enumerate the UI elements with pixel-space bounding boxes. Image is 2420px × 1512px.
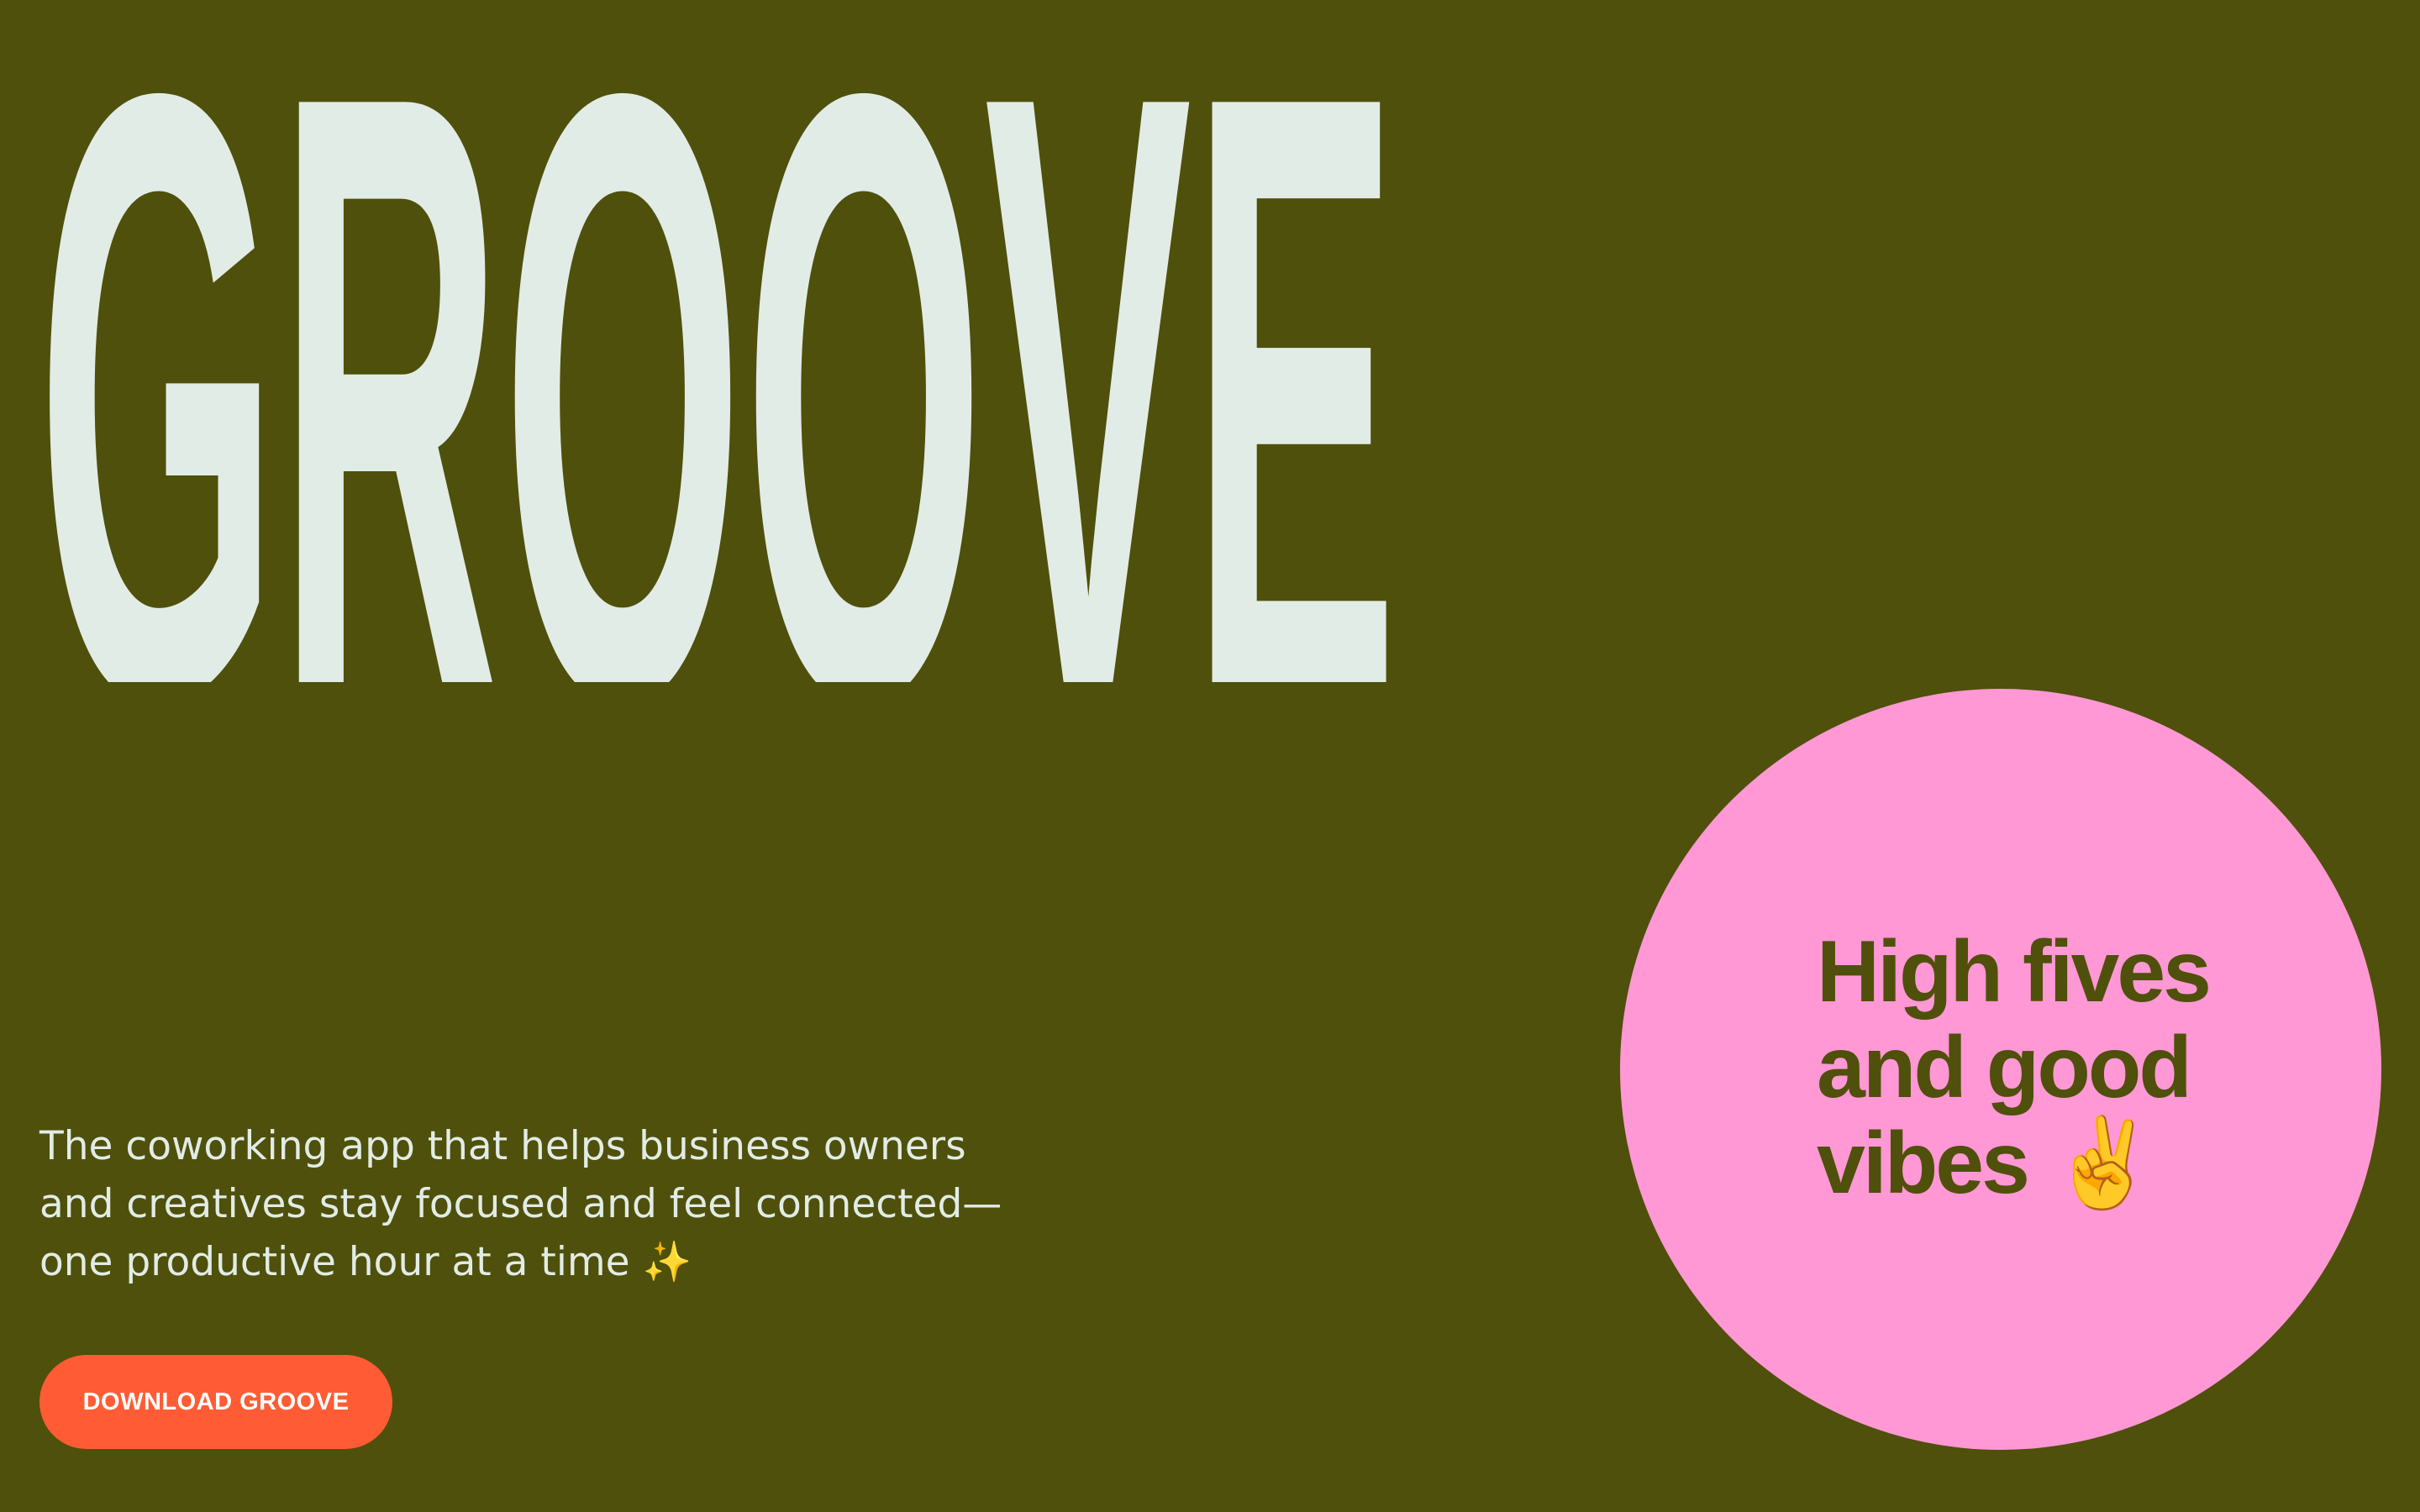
badge-line: vibes ✌️	[1817, 1115, 2158, 1212]
badge-line: and good	[1817, 1019, 2192, 1116]
tagline-line: and creatives stay focused and feel conn…	[39, 1181, 1002, 1227]
hero-tagline: The coworking app that helps business ow…	[39, 1117, 1048, 1291]
badge-line: High fives	[1817, 923, 2212, 1021]
hero-section: GROOVE The coworking app that helps busi…	[0, 0, 2420, 1512]
download-groove-button[interactable]: DOWNLOAD GROOVE	[39, 1355, 392, 1449]
tagline-line: one productive hour at a time ✨	[39, 1239, 692, 1285]
badge-text: High fives and good vibes ✌️	[1817, 924, 2321, 1211]
tagline-line: The coworking app that helps business ow…	[39, 1123, 966, 1169]
groove-wordmark: GROOVE	[37, 62, 1398, 682]
wordmark-text: GROOVE	[37, 62, 1398, 682]
